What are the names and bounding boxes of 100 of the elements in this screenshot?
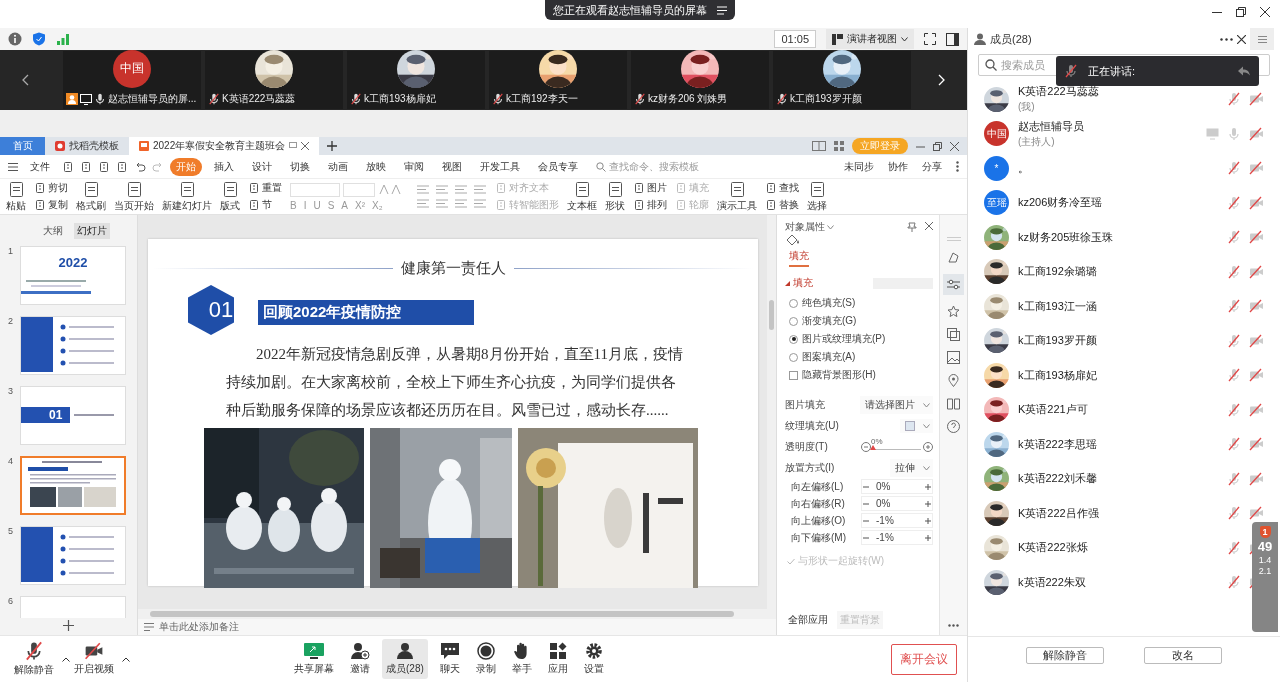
- align-icon[interactable]: [416, 198, 430, 209]
- chevron-up-icon[interactable]: [62, 656, 70, 662]
- plus-circle-icon[interactable]: [923, 442, 933, 452]
- leave-button[interactable]: 离开会议: [891, 643, 957, 675]
- ribbon-tab[interactable]: 切换: [284, 157, 316, 176]
- offset-field[interactable]: 0%: [861, 496, 933, 511]
- network-widget[interactable]: 1 49 1.4 2.1: [1252, 522, 1278, 632]
- copy-icon[interactable]: [947, 328, 960, 341]
- offset-field[interactable]: -1%: [861, 530, 933, 545]
- video-tile[interactable]: 中国 赵志恒辅导员的屏...: [63, 51, 201, 109]
- ribbon-button[interactable]: 重置: [248, 181, 282, 195]
- plus-icon[interactable]: [924, 516, 932, 525]
- signal-icon[interactable]: [56, 32, 70, 46]
- ribbon-button[interactable]: 粘贴: [6, 180, 26, 213]
- video-tile[interactable]: k工商193罗开颜: [773, 51, 911, 109]
- close-icon[interactable]: [950, 141, 959, 151]
- more-icon[interactable]: [1220, 37, 1233, 41]
- align-icon[interactable]: [473, 184, 487, 195]
- scrollbar-thumb[interactable]: [769, 300, 774, 330]
- ribbon-button[interactable]: 文本框: [567, 180, 597, 213]
- fullscreen-icon[interactable]: [924, 33, 936, 45]
- toolbar-link[interactable]: 未同步: [844, 159, 874, 174]
- ribbon-tab[interactable]: 视图: [436, 157, 468, 176]
- sliders-icon[interactable]: [947, 279, 960, 290]
- align-icon[interactable]: [454, 184, 468, 195]
- video-tile[interactable]: kz财务206 刘姝男: [631, 51, 769, 109]
- panel-tab[interactable]: 大纲: [40, 223, 66, 239]
- slide-thumbnail[interactable]: 2022: [20, 246, 126, 305]
- close-icon[interactable]: [1237, 34, 1246, 44]
- offset-field[interactable]: -1%: [861, 513, 933, 528]
- align-icon[interactable]: [435, 198, 449, 209]
- hide-background-option[interactable]: 隐藏背景图形(H): [785, 366, 933, 384]
- plus-icon[interactable]: [924, 499, 932, 508]
- ribbon-tab[interactable]: 动画: [322, 157, 354, 176]
- close-icon[interactable]: [1260, 7, 1270, 17]
- view-dropdown[interactable]: 演讲者视图: [826, 29, 914, 49]
- help-icon[interactable]: [947, 420, 960, 433]
- fill-tab[interactable]: 填充: [789, 247, 809, 267]
- ribbon-button[interactable]: 图片: [633, 181, 667, 195]
- close-icon[interactable]: [301, 142, 310, 150]
- ribbon-button[interactable]: 节: [248, 198, 282, 212]
- ribbon-button[interactable]: 复制: [34, 198, 68, 212]
- star-icon[interactable]: [947, 305, 960, 318]
- restore-icon[interactable]: [933, 141, 942, 151]
- image-icon[interactable]: [947, 351, 960, 364]
- file-menu[interactable]: 文件: [24, 157, 56, 176]
- font-field[interactable]: [290, 182, 340, 197]
- meeting-button[interactable]: 成员(28): [382, 639, 428, 679]
- offset-field[interactable]: 0%: [861, 479, 933, 494]
- toolbar-link[interactable]: 协作: [888, 159, 908, 174]
- fill-option[interactable]: 纯色填充(S): [785, 294, 933, 312]
- fill-option[interactable]: 图片或纹理填充(P): [785, 330, 933, 348]
- ribbon-tab[interactable]: 放映: [360, 157, 392, 176]
- meeting-button[interactable]: 共享屏幕: [290, 639, 338, 679]
- ribbon-button[interactable]: 形状: [605, 180, 625, 213]
- chevron-right-icon[interactable]: [938, 74, 946, 86]
- ribbon-button[interactable]: 版式: [220, 180, 240, 213]
- fill-option[interactable]: 图案填充(A): [785, 348, 933, 366]
- align-icon[interactable]: [454, 198, 468, 209]
- video-tile[interactable]: k工商192李天一: [489, 51, 627, 109]
- panel-tab[interactable]: 幻灯片: [74, 223, 110, 239]
- ribbon-button[interactable]: 查找: [765, 181, 799, 195]
- panel-button[interactable]: 解除静音: [1026, 647, 1104, 664]
- meeting-button[interactable]: 邀请: [346, 639, 374, 679]
- ribbon-button[interactable]: 演示工具: [717, 180, 757, 213]
- layout-icon[interactable]: [812, 141, 826, 151]
- slider-thumb[interactable]: [870, 444, 876, 450]
- panel-button[interactable]: 改名: [1144, 647, 1222, 664]
- property-dropdown[interactable]: 请选择图片: [860, 396, 933, 414]
- ribbon-button[interactable]: 格式刷: [76, 180, 106, 213]
- shape-icon[interactable]: [947, 251, 960, 264]
- sidebar-icon[interactable]: [946, 32, 959, 46]
- plus-icon[interactable]: [924, 482, 932, 491]
- align-icon[interactable]: [473, 198, 487, 209]
- meeting-button[interactable]: 设置: [579, 639, 608, 679]
- pin-icon[interactable]: [907, 222, 917, 232]
- undo-icon[interactable]: [134, 160, 146, 173]
- ribbon-tab[interactable]: 会员专享: [532, 157, 584, 176]
- meeting-button[interactable]: 开启视频: [70, 639, 118, 679]
- meeting-button[interactable]: 应用: [543, 639, 572, 679]
- info-icon[interactable]: [8, 32, 22, 46]
- chevron-left-icon[interactable]: [21, 74, 29, 86]
- property-dropdown[interactable]: 拉伸: [890, 459, 933, 477]
- slide-thumbnail[interactable]: 01: [20, 386, 126, 445]
- align-icon[interactable]: [416, 184, 430, 195]
- add-slide-icon[interactable]: [63, 620, 74, 631]
- chevron-up-icon[interactable]: [122, 656, 130, 662]
- pin-icon[interactable]: [289, 142, 298, 150]
- plus-icon[interactable]: [924, 533, 932, 542]
- minus-circle-icon[interactable]: [861, 442, 871, 452]
- meeting-button[interactable]: 解除静音: [10, 638, 58, 680]
- checkbox[interactable]: [789, 370, 798, 380]
- plus-icon[interactable]: [327, 141, 338, 151]
- location-icon[interactable]: [947, 374, 960, 387]
- book-icon[interactable]: [947, 397, 960, 410]
- video-tile[interactable]: K英语222马蕊蕊: [205, 51, 343, 109]
- document-tab[interactable]: 首页: [0, 137, 45, 155]
- video-tile[interactable]: k工商193杨扉妃: [347, 51, 485, 109]
- ribbon-tab[interactable]: 设计: [246, 157, 278, 176]
- more-icon[interactable]: [956, 161, 959, 172]
